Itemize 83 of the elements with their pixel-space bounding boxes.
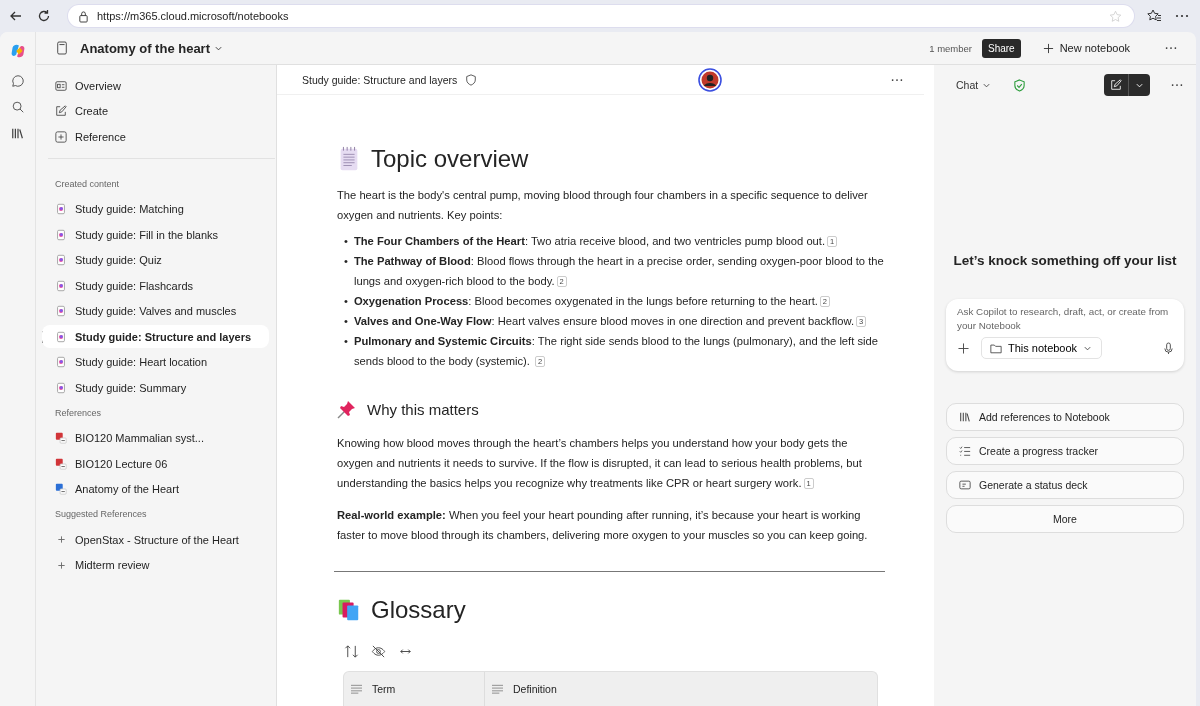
bullet-marker: •: [344, 234, 348, 249]
sort-icon[interactable]: [344, 644, 359, 659]
document-icon: [55, 254, 67, 267]
nav-item[interactable]: Overview: [42, 73, 269, 99]
page-title: Study guide: Structure and layers: [302, 73, 458, 86]
compose-icon: [1110, 79, 1122, 91]
notebook-icon: [56, 41, 68, 55]
content-item[interactable]: Study guide: Matching: [42, 196, 269, 222]
avatar-icon[interactable]: [698, 67, 723, 92]
address-bar[interactable]: https://m365.cloud.microsoft/notebooks: [68, 5, 1134, 27]
shield-check-icon: [1013, 78, 1027, 92]
section-heading: Created content: [54, 177, 121, 191]
suggestion-button[interactable]: Generate a status deck: [946, 471, 1184, 499]
favorites-icon[interactable]: [1146, 8, 1162, 24]
paragraph: Real-world example: When you feel your heart pounding after running, it’s because your heart is working faster to move blood through its chambers, delivering more oxygen to your muscles so you can keep going.: [337, 508, 869, 543]
content-item[interactable]: Study guide: Flashcards: [42, 273, 269, 299]
member-count: 1 member: [929, 42, 972, 54]
suggested-reference[interactable]: Midterm review: [42, 552, 269, 578]
document-icon: [55, 279, 67, 292]
edit-icon: [55, 105, 67, 118]
section-heading: Why this matters: [367, 400, 479, 418]
new-chat-button[interactable]: [1104, 74, 1150, 96]
library-icon[interactable]: [10, 126, 25, 140]
add-box-icon: [55, 130, 67, 143]
checklist-icon: [959, 445, 971, 457]
document-icon: [55, 305, 67, 318]
search-icon[interactable]: [10, 100, 25, 114]
plus-icon: [57, 535, 66, 545]
section-heading: Suggested References: [54, 508, 148, 521]
shield-icon: [465, 73, 478, 86]
nav-item[interactable]: Reference: [42, 124, 269, 150]
overview-icon: [55, 79, 67, 92]
library-icon: [959, 411, 971, 423]
section-heading: Glossary: [371, 596, 466, 624]
chat-dropdown[interactable]: Chat: [956, 79, 992, 91]
notebook-title[interactable]: Anatomy of the heart: [80, 40, 223, 56]
slides-icon: [959, 479, 971, 491]
paragraph: The heart is the body's central pump, moving blood through four chambers in a specific sequence to deliver oxygen and nutrients. Key points:: [337, 188, 869, 223]
chat-heading: Let’s knock something off your list: [952, 253, 1178, 268]
bullet-marker: •: [344, 254, 348, 269]
share-button[interactable]: Share: [982, 38, 1021, 58]
suggestion-button[interactable]: Add references to Notebook: [946, 403, 1184, 431]
bullet-marker: •: [344, 294, 348, 309]
bullet-marker: •: [344, 314, 348, 329]
source-file[interactable]: BIO120 Lecture 06: [42, 451, 269, 477]
document-icon: [55, 203, 67, 216]
lock-icon: [78, 9, 89, 23]
bullet-marker: •: [344, 334, 348, 349]
document-icon: [55, 381, 67, 394]
text-column-icon: [351, 684, 362, 694]
more-button[interactable]: More: [946, 505, 1184, 533]
content-item[interactable]: Study guide: Summary: [42, 375, 269, 401]
chat-icon[interactable]: [10, 74, 25, 88]
section-heading: Topic overview: [371, 145, 529, 173]
source-file[interactable]: Anatomy of the Heart: [42, 476, 269, 502]
content-item[interactable]: Study guide: Structure and layers: [42, 325, 269, 349]
prompt-field[interactable]: Ask Copilot to research, draft, act, or create from your Notebook This notebook: [946, 299, 1184, 371]
folder-icon: [990, 342, 1002, 354]
plus-icon: [1042, 42, 1054, 54]
content-item[interactable]: Study guide: Valves and muscles: [42, 298, 269, 324]
suggested-reference[interactable]: OpenStax - Structure of the Heart: [42, 527, 269, 553]
plus-icon: [57, 560, 66, 570]
document-icon: [55, 356, 67, 369]
suggestion-button[interactable]: Create a progress tracker: [946, 437, 1184, 465]
nav-item[interactable]: Create: [42, 98, 269, 124]
column-header[interactable]: Term: [344, 672, 485, 706]
new-notebook-button[interactable]: New notebook: [1036, 41, 1136, 55]
content-item[interactable]: Study guide: Quiz: [42, 247, 269, 273]
content-item[interactable]: Study guide: Heart location: [42, 349, 269, 375]
refresh-icon[interactable]: [36, 8, 52, 24]
section-heading: References: [54, 406, 103, 420]
document-icon: [55, 330, 67, 343]
pushpin-icon: [337, 399, 357, 419]
books-icon: [337, 597, 361, 623]
document-icon: [55, 228, 67, 241]
plus-icon[interactable]: [958, 342, 969, 354]
content-item[interactable]: Study guide: Fill in the blanks: [42, 222, 269, 248]
scope-dropdown[interactable]: This notebook: [981, 337, 1103, 359]
microphone-icon[interactable]: [1163, 341, 1174, 355]
column-header[interactable]: Definition: [485, 672, 877, 706]
hide-icon[interactable]: [371, 644, 386, 659]
text-column-icon: [492, 684, 503, 694]
source-file[interactable]: BIO120 Mammalian syst...: [42, 425, 269, 451]
